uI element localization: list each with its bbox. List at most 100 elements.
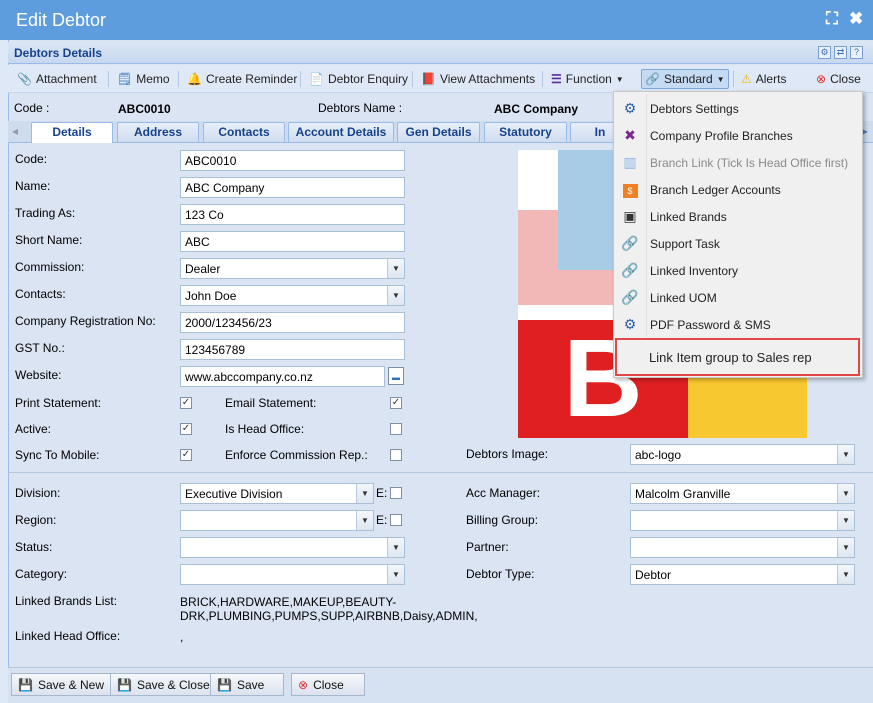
code-input[interactable]: ABC0010 <box>180 150 405 171</box>
debtors-image-select[interactable]: abc-logo ▼ <box>630 444 855 465</box>
debtor-type-label: Debtor Type: <box>466 567 535 581</box>
short-name-input[interactable]: ABC <box>180 231 405 252</box>
dropdown-arrow-icon: ▼ <box>716 74 725 84</box>
menu-item-branch-ledger-accounts[interactable]: $ Branch Ledger Accounts <box>614 176 862 203</box>
print-statement-checkbox[interactable]: ✓ <box>180 397 192 409</box>
debtors-image-label: Debtors Image: <box>466 447 549 461</box>
save-new-button[interactable]: 💾 Save & New <box>11 673 111 696</box>
tab-gen-details[interactable]: Gen Details <box>397 122 480 142</box>
menu-item-link-item-group-sales-rep[interactable]: Link Item group to Sales rep <box>615 338 860 376</box>
save-close-button[interactable]: 💾 Save & Close <box>110 673 217 696</box>
help-icon[interactable]: ? <box>850 46 863 59</box>
category-select[interactable]: ▼ <box>180 564 405 585</box>
gear-icon: ⚙ <box>623 100 637 116</box>
label: Memo <box>136 72 170 86</box>
division-select[interactable]: Executive Division ▼ <box>180 483 374 504</box>
tab-scroll-left[interactable]: ◂ <box>12 124 18 138</box>
code-header-label: Code : <box>14 101 50 115</box>
standard-menu: ⚙ Debtors Settings ✖ Company Profile Branc… <box>613 91 863 378</box>
tab-account-details[interactable]: Account Details <box>288 122 394 142</box>
website-input[interactable]: www.abccompany.co.nz <box>180 366 385 387</box>
menu-item-pdf-password-sms[interactable]: ⚙ PDF Password & SMS <box>614 311 862 338</box>
chevron-down-icon[interactable]: ▼ <box>837 565 854 584</box>
chevron-down-icon[interactable]: ▼ <box>837 484 854 503</box>
region-select[interactable]: ▼ <box>180 510 374 531</box>
menu-item-linked-brands[interactable]: ▣ Linked Brands <box>614 203 862 230</box>
close-button[interactable]: ⊗ Close <box>291 673 365 696</box>
toolbar: 📎 Attachment 🗒 Memo 🔔 Create Reminder 📄 Debt… <box>8 65 873 93</box>
dropdown-arrow-icon: ▼ <box>615 74 624 84</box>
contacts-select[interactable]: John Doe ▼ <box>180 285 405 306</box>
tab-address[interactable]: Address <box>117 122 199 142</box>
chevron-down-icon[interactable]: ▼ <box>356 511 373 530</box>
partner-select[interactable]: ▼ <box>630 537 855 558</box>
standard-button[interactable]: 🔗 Standard ▼ <box>641 69 729 89</box>
sync-mobile-checkbox[interactable]: ✓ <box>180 449 192 461</box>
label: Branch Link (Tick Is Head Office first) <box>650 155 849 170</box>
chevron-down-icon[interactable]: ▼ <box>356 484 373 503</box>
acc-manager-select[interactable]: Malcolm Granville ▼ <box>630 483 855 504</box>
close-window-icon[interactable]: ✖ <box>849 9 863 29</box>
refresh-icon[interactable]: ⇄ <box>834 46 847 59</box>
close-toolbar-button[interactable]: ⊗ Close <box>813 69 864 89</box>
commission-select[interactable]: Dealer ▼ <box>180 258 405 279</box>
menu-item-debtors-settings[interactable]: ⚙ Debtors Settings <box>614 95 862 122</box>
function-button[interactable]: ☰ Function ▼ <box>548 69 627 89</box>
attachment-button[interactable]: 📎 Attachment <box>14 69 100 89</box>
chevron-down-icon[interactable]: ▼ <box>387 286 404 305</box>
debtor-type-select[interactable]: Debtor ▼ <box>630 564 855 585</box>
chevron-down-icon[interactable]: ▼ <box>387 565 404 584</box>
name-input[interactable]: ABC Company <box>180 177 405 198</box>
label: Save & New <box>37 677 104 692</box>
settings-icon[interactable]: ⚙ <box>818 46 831 59</box>
create-reminder-button[interactable]: 🔔 Create Reminder <box>184 69 300 89</box>
open-website-icon[interactable]: ▬ <box>388 367 404 385</box>
label: Debtor Enquiry <box>327 72 408 86</box>
status-select[interactable]: ▼ <box>180 537 405 558</box>
website-label: Website: <box>15 368 62 382</box>
tab-contacts[interactable]: Contacts <box>203 122 285 142</box>
chevron-down-icon[interactable]: ▼ <box>387 259 404 278</box>
menu-item-support-task[interactable]: 🔗 Support Task <box>614 230 862 257</box>
trading-as-label: Trading As: <box>15 206 76 220</box>
label: Debtors Settings <box>650 101 739 116</box>
email-statement-label: Email Statement: <box>225 396 317 410</box>
maximize-icon[interactable]: ⛶ <box>826 9 838 29</box>
tab-statutory[interactable]: Statutory <box>484 122 567 142</box>
menu-item-linked-inventory[interactable]: 🔗 Linked Inventory <box>614 257 862 284</box>
paperclip-icon: 📎 <box>17 72 32 86</box>
linked-head-office-value: , <box>180 630 184 644</box>
attachments-icon: 📕 <box>421 72 436 86</box>
save-button[interactable]: 💾 Save <box>210 673 284 696</box>
registration-input[interactable]: 2000/123456/23 <box>180 312 405 333</box>
division-e-checkbox[interactable] <box>390 487 402 499</box>
contacts-value: John Doe <box>185 289 237 303</box>
status-label: Status: <box>15 540 53 554</box>
head-office-checkbox[interactable] <box>390 423 402 435</box>
email-statement-checkbox[interactable]: ✓ <box>390 397 402 409</box>
memo-button[interactable]: 🗒 Memo <box>114 69 173 89</box>
billing-group-select[interactable]: ▼ <box>630 510 855 531</box>
chevron-down-icon[interactable]: ▼ <box>387 538 404 557</box>
chevron-down-icon[interactable]: ▼ <box>837 511 854 530</box>
alerts-button[interactable]: ⚠ Alerts <box>738 69 789 89</box>
menu-item-company-profile-branches[interactable]: ✖ Company Profile Branches <box>614 122 862 149</box>
menu-item-linked-uom[interactable]: 🔗 Linked UOM <box>614 284 862 311</box>
save-icon: 💾 <box>18 677 33 692</box>
sync-mobile-label: Sync To Mobile: <box>15 448 100 462</box>
menu-item-branch-link: ▥ Branch Link (Tick Is Head Office first) <box>614 149 862 176</box>
debtor-enquiry-button[interactable]: 📄 Debtor Enquiry <box>306 69 411 89</box>
enforce-commission-checkbox[interactable] <box>390 449 402 461</box>
gst-input[interactable]: 123456789 <box>180 339 405 360</box>
view-attachments-button[interactable]: 📕 View Attachments <box>418 69 538 89</box>
chevron-down-icon[interactable]: ▼ <box>837 445 854 464</box>
window-title: Edit Debtor <box>16 10 107 30</box>
link-icon: 🔗 <box>645 72 660 86</box>
tab-details[interactable]: Details <box>31 122 113 143</box>
active-checkbox[interactable]: ✓ <box>180 423 192 435</box>
chevron-down-icon[interactable]: ▼ <box>837 538 854 557</box>
trading-as-input[interactable]: 123 Co <box>180 204 405 225</box>
division-label: Division: <box>15 486 61 500</box>
region-e-checkbox[interactable] <box>390 514 402 526</box>
window-icon: ▣ <box>623 208 637 224</box>
